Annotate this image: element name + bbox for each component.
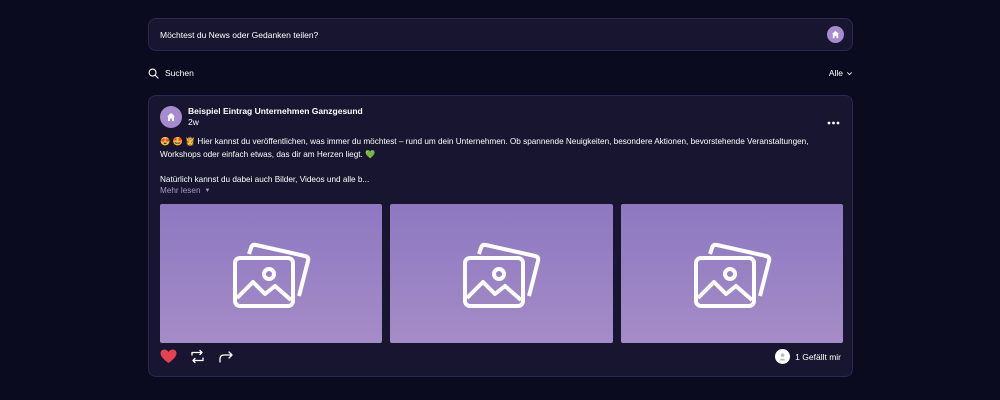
post-composer[interactable]: Möchtest du News oder Gedanken teilen? [148, 18, 853, 51]
gallery-image[interactable] [160, 204, 383, 343]
image-placeholder-icon [463, 242, 541, 308]
likes-summary[interactable]: 1 Gefällt mir [775, 349, 841, 364]
post-text-line: 😍 🤩 👸 Hier kannst du veröffentlichen, wa… [160, 137, 809, 146]
repost-button[interactable] [189, 349, 206, 364]
share-button[interactable] [218, 349, 235, 364]
post-header: Beispiel Eintrag Unternehmen Ganzgesund … [160, 106, 363, 128]
home-icon [167, 113, 175, 121]
post-actions [160, 349, 235, 364]
search-button[interactable]: Suchen [148, 68, 194, 79]
more-horizontal-icon [827, 121, 840, 125]
image-placeholder-icon [693, 242, 771, 308]
filter-bar: Suchen Alle [148, 66, 853, 80]
user-avatar[interactable] [827, 26, 844, 43]
like-button[interactable] [160, 349, 177, 364]
search-label: Suchen [165, 68, 194, 78]
caret-down-icon: ▼ [204, 187, 211, 194]
post-text-line: Workshops oder einfach etwas, das dir am… [160, 149, 376, 159]
liker-avatar [775, 349, 791, 364]
composer-placeholder[interactable]: Möchtest du News oder Gedanken teilen? [160, 30, 318, 40]
likes-count: 1 Gefällt mir [795, 351, 841, 362]
author-avatar[interactable] [160, 106, 182, 128]
chevron-down-icon [847, 71, 852, 75]
gallery-image[interactable] [620, 204, 843, 343]
more-options-button[interactable] [827, 112, 840, 130]
post-text-line: Natürlich kannst du dabei auch Bilder, V… [160, 174, 370, 184]
search-icon [148, 68, 159, 79]
filter-dropdown[interactable]: Alle [829, 68, 853, 78]
heart-icon [160, 349, 177, 363]
read-more-label: Mehr lesen [160, 186, 201, 195]
repost-icon [191, 349, 204, 364]
post-time: 2w [188, 117, 199, 127]
post-body: 😍 🤩 👸 Hier kannst du veröffentlichen, wa… [160, 136, 848, 186]
post-card: Beispiel Eintrag Unternehmen Ganzgesund … [148, 95, 853, 377]
image-gallery [160, 204, 843, 343]
gallery-image[interactable] [390, 204, 613, 343]
home-icon [831, 30, 840, 39]
author-name[interactable]: Beispiel Eintrag Unternehmen Ganzgesund [188, 106, 363, 117]
filter-label: Alle [828, 68, 843, 78]
image-placeholder-icon [233, 242, 311, 308]
user-icon [779, 353, 786, 361]
read-more-link[interactable]: Mehr lesen ▼ [160, 186, 210, 195]
share-icon [219, 351, 233, 363]
